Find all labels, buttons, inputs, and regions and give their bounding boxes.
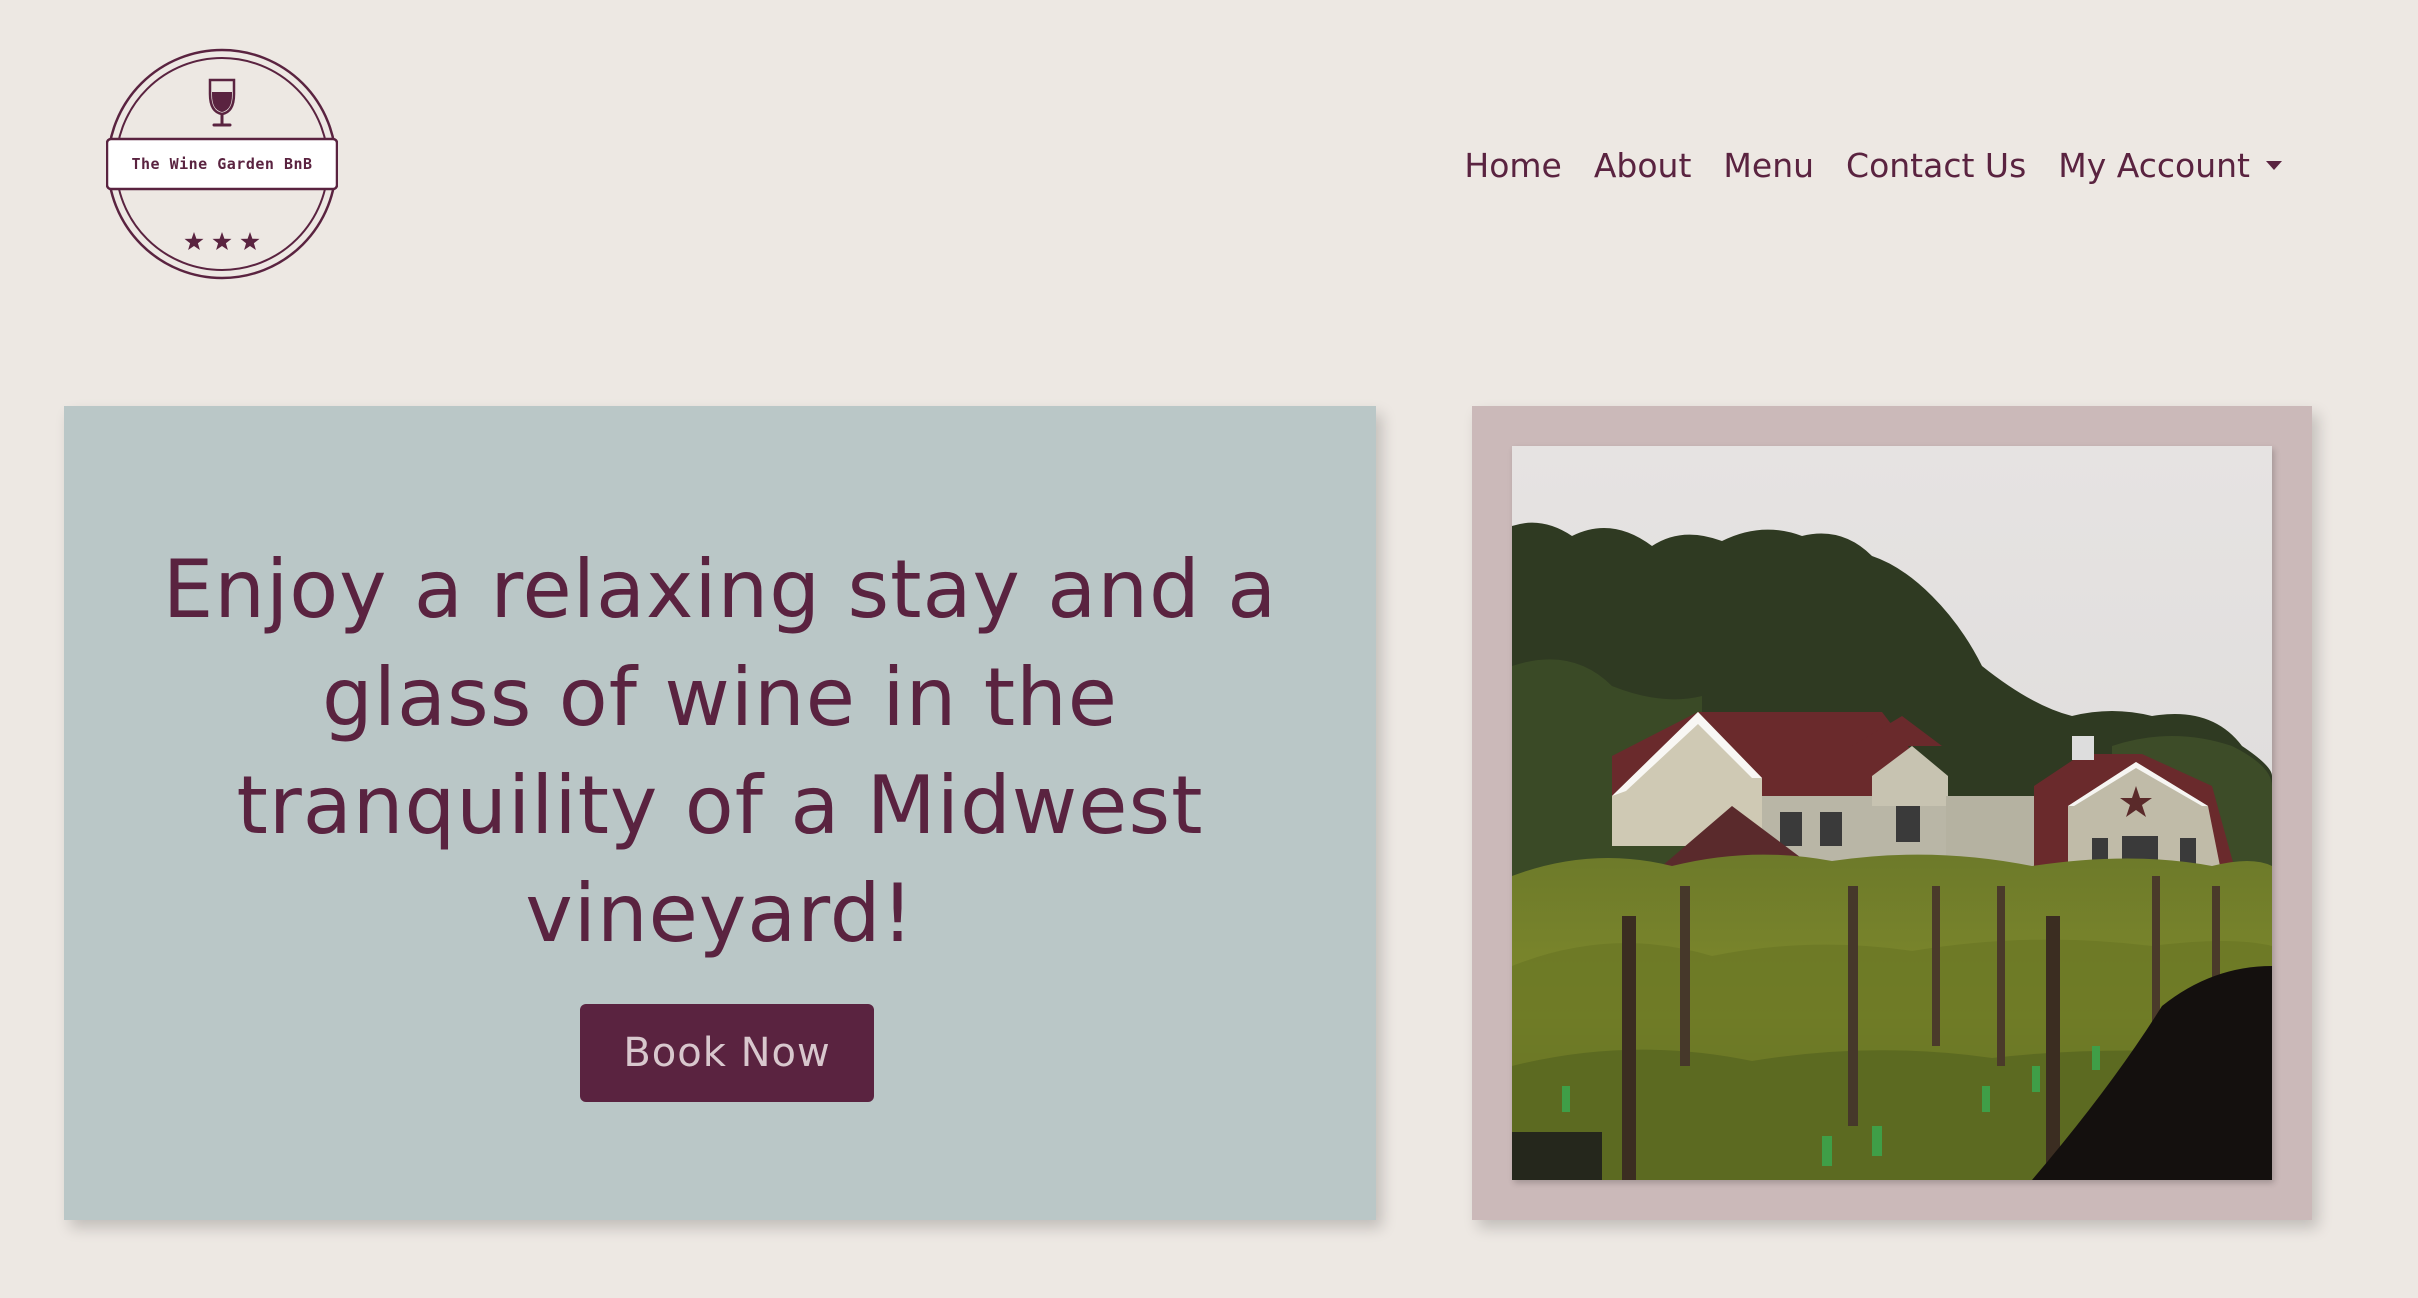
nav-home[interactable]: Home [1464, 146, 1561, 185]
hero-card: Enjoy a relaxing stay and a glass of win… [64, 406, 1376, 1220]
main-nav: Home About Menu Contact Us My Account [1464, 140, 2282, 190]
vineyard-photo-image [1512, 446, 2272, 1180]
nav-contact-us[interactable]: Contact Us [1846, 146, 2026, 185]
logo[interactable]: The Wine Garden BnB [106, 48, 338, 280]
nav-my-account-dropdown[interactable]: My Account [2058, 146, 2282, 185]
wine-glass-icon [208, 78, 236, 127]
nav-menu[interactable]: Menu [1723, 146, 1814, 185]
hero-headline: Enjoy a relaxing stay and a glass of win… [162, 543, 1278, 960]
nav-my-account-label: My Account [2058, 145, 2250, 185]
nav-about[interactable]: About [1594, 146, 1692, 185]
book-now-button[interactable]: Book Now [580, 1004, 874, 1102]
vineyard-photo [1512, 446, 2272, 1180]
caret-down-icon [2266, 160, 2282, 170]
logo-text: The Wine Garden BnB [131, 155, 313, 173]
photo-frame [1472, 406, 2312, 1220]
